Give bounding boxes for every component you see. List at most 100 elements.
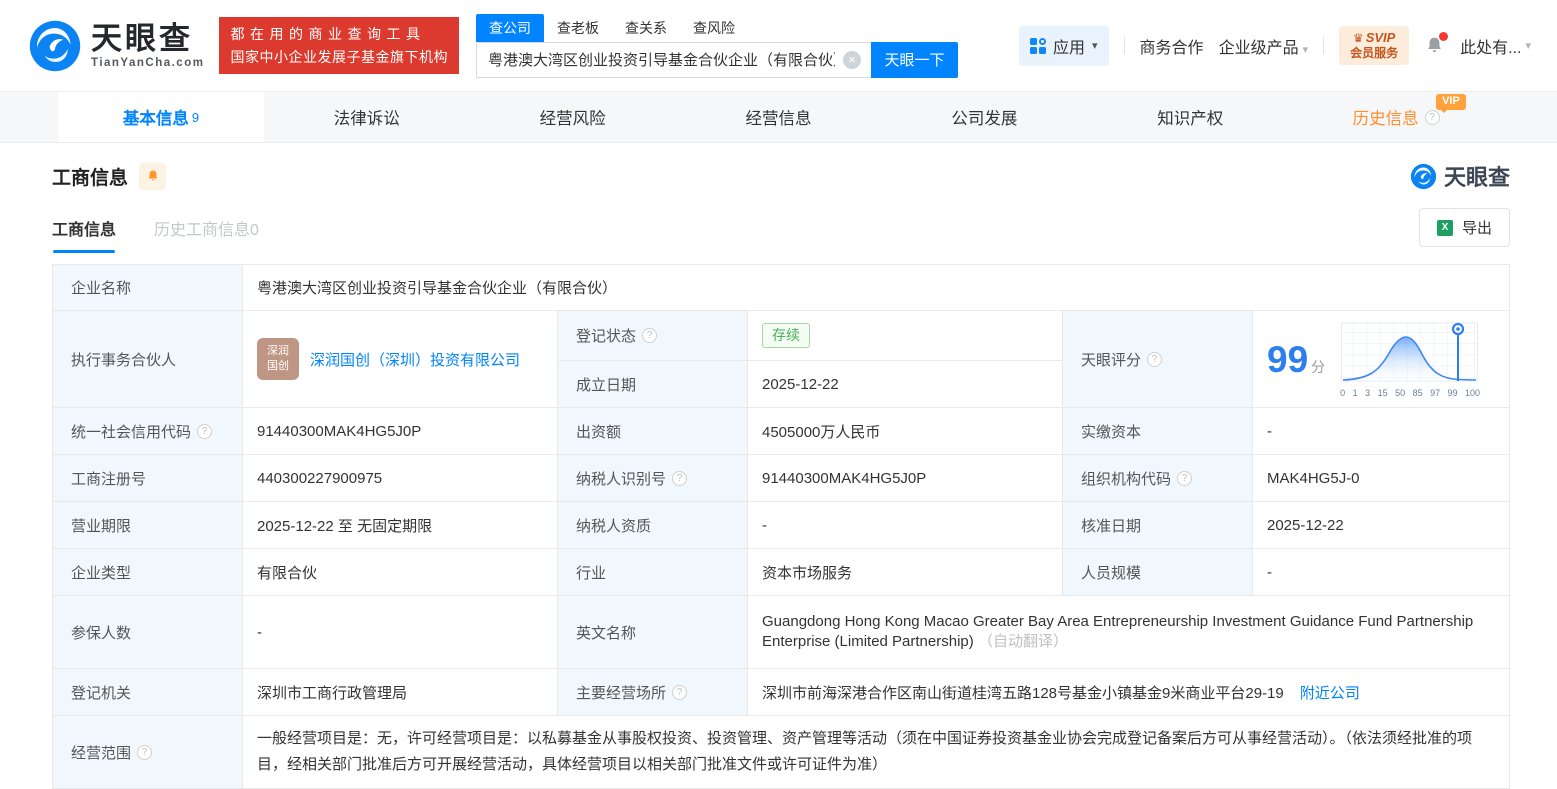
capital-value: 4505000万人民币 [748,408,1063,455]
header-right-nav: 应用 ▾ 商务合作 企业级产品▾ ♛SVIP 会员服务 此处有...▾ [1019,26,1531,66]
chevron-down-icon: ▾ [1303,44,1309,56]
help-icon[interactable]: ? [1425,110,1440,125]
main-content: 工商信息 天眼查 工商信息 [0,143,1557,789]
score-axis: 01 315 5085 9799 100 [1340,389,1480,398]
tab-legal-proceedings[interactable]: 法律诉讼 [264,92,470,142]
registration-authority-value: 深圳市工商行政管理局 [243,669,558,716]
help-icon[interactable]: ? [672,685,687,700]
main-nav-tabs: 基本信息9 法律诉讼 经营风险 经营信息 公司发展 知识产权 历史信息 ? VI… [0,91,1557,143]
business-address-label: 主要经营场所? [558,669,748,716]
table-row: 登记机关 深圳市工商行政管理局 主要经营场所? 深圳市前海深港合作区南山街道桂湾… [53,669,1510,716]
company-name-label: 企业名称 [53,265,243,311]
help-icon[interactable]: ? [137,745,152,760]
subtab-history-business-info[interactable]: 历史工商信息0 [154,216,259,253]
tianyancha-logo[interactable]: 天眼查 TianYanCha.com [28,19,204,73]
org-code-label: 组织机构代码? [1063,455,1253,502]
reg-number-label: 工商注册号 [53,455,243,502]
tab-operating-risk[interactable]: 经营风险 [470,92,676,142]
subtab-business-info[interactable]: 工商信息 [52,216,116,253]
auto-translate-note: （自动翻译） [978,633,1068,650]
credit-code-label: 统一社会信用代码? [53,408,243,455]
tianyancha-page: 天眼查 TianYanCha.com 都在用的商业查询工具 国家中小企业发展子基… [0,0,1557,789]
reg-status-label: 登记状态? [558,311,748,361]
taxpayer-id-value: 91440300MAK4HG5J0P [748,455,1063,502]
help-icon[interactable]: ? [1177,471,1192,486]
tab-intellectual-property[interactable]: 知识产权 [1087,92,1293,142]
credit-code-value: 91440300MAK4HG5J0P [243,408,558,455]
est-date-value: 2025-12-22 [748,361,1063,408]
english-name-label: 英文名称 [558,596,748,669]
table-row: 参保人数 - 英文名称 Guangdong Hong Kong Macao Gr… [53,596,1510,669]
business-scope-value: 一般经营项目是：无，许可经营项目是：以私募基金从事股权投资、投资管理、资产管理等… [243,716,1510,789]
top-header: 天眼查 TianYanCha.com 都在用的商业查询工具 国家中小企业发展子基… [0,0,1557,91]
tab-business-info[interactable]: 经营信息 [676,92,882,142]
vip-badge: VIP [1436,94,1466,110]
notifications-bell-icon[interactable] [1424,35,1445,56]
taxpayer-qualification-label: 纳税人资质 [558,502,748,549]
industry-value: 资本市场服务 [748,549,1063,596]
business-scope-label: 经营范围? [53,716,243,789]
tianyancha-watermark: 天眼查 [1410,160,1510,192]
table-row: 执行事务合伙人 深润国创 深润国创（深圳）投资有限公司 登记状态? 存续 [53,311,1510,361]
reg-number-value: 440300227900975 [243,455,558,502]
tab-basic-info[interactable]: 基本信息9 [58,92,264,142]
chevron-down-icon: ▾ [1092,39,1098,52]
business-info-table: 企业名称 粤港澳大湾区创业投资引导基金合伙企业（有限合伙） 执行事务合伙人 深润… [52,264,1510,789]
nearby-companies-link[interactable]: 附近公司 [1300,685,1360,702]
tianyancha-watermark-icon [1410,163,1437,190]
user-menu[interactable]: 此处有...▾ [1460,34,1531,58]
business-term-value: 2025-12-22 至 无固定期限 [243,502,558,549]
score-distribution-chart: 01 315 5085 9799 100 [1340,321,1480,398]
partner-company-link[interactable]: 深润国创（深圳）投资有限公司 [310,349,520,370]
capital-label: 出资额 [558,408,748,455]
industry-label: 行业 [558,549,748,596]
chevron-down-icon: ▾ [1525,39,1531,52]
staff-size-value: - [1253,549,1510,596]
search-tab-company[interactable]: 查公司 [476,14,544,42]
partner-label: 执行事务合伙人 [53,311,243,408]
search-box: × 天眼一下 [476,42,958,78]
search-tab-relations[interactable]: 查关系 [612,14,680,42]
slogan-banner: 都在用的商业查询工具 国家中小企业发展子基金旗下机构 [219,17,459,74]
insured-count-value: - [243,596,558,669]
business-address-value: 深圳市前海深港合作区南山街道桂湾五路128号基金小镇基金9米商业平台29-19 … [748,669,1510,716]
search-area: 查公司 查老板 查关系 查风险 × 天眼一下 [476,14,958,78]
svip-member-badge[interactable]: ♛SVIP 会员服务 [1339,26,1409,65]
business-cooperation-link[interactable]: 商务合作 [1140,34,1204,58]
tab-count-badge: 9 [192,110,199,125]
watermark-text: 天眼查 [1444,160,1510,192]
paid-capital-label: 实缴资本 [1063,408,1253,455]
table-row: 营业期限 2025-12-22 至 无固定期限 纳税人资质 - 核准日期 202… [53,502,1510,549]
slogan-line-2: 国家中小企业发展子基金旗下机构 [230,46,448,68]
clear-icon[interactable]: × [843,51,861,69]
est-date-label: 成立日期 [558,361,748,408]
status-badge: 存续 [762,323,810,349]
crown-icon: ♛ [1353,31,1364,45]
search-tab-boss[interactable]: 查老板 [544,14,612,42]
subscribe-bell-icon[interactable] [139,163,166,190]
help-icon[interactable]: ? [672,471,687,486]
table-row: 经营范围? 一般经营项目是：无，许可经营项目是：以私募基金从事股权投资、投资管理… [53,716,1510,789]
partner-avatar: 深润国创 [257,338,299,380]
tab-company-development[interactable]: 公司发展 [881,92,1087,142]
paid-capital-value: - [1253,408,1510,455]
apps-button[interactable]: 应用 ▾ [1019,26,1109,66]
help-icon[interactable]: ? [197,424,212,439]
taxpayer-qualification-value: - [748,502,1063,549]
score-cell: 99分 [1253,311,1510,408]
help-icon[interactable]: ? [642,328,657,343]
business-term-label: 营业期限 [53,502,243,549]
partner-value-cell: 深润国创 深润国创（深圳）投资有限公司 [243,311,558,408]
search-input[interactable] [476,42,871,78]
enterprise-products-link[interactable]: 企业级产品▾ [1219,34,1309,58]
apps-grid-icon [1030,38,1046,54]
divider [1124,37,1125,54]
slogan-line-1: 都在用的商业查询工具 [230,23,448,45]
tab-history-info[interactable]: 历史信息 ? VIP [1293,92,1499,142]
search-button[interactable]: 天眼一下 [871,42,958,78]
table-row: 企业类型 有限合伙 行业 资本市场服务 人员规模 - [53,549,1510,596]
help-icon[interactable]: ? [1147,352,1162,367]
search-tab-risk[interactable]: 查风险 [680,14,748,42]
export-button[interactable]: X 导出 [1419,208,1510,247]
company-type-value: 有限合伙 [243,549,558,596]
